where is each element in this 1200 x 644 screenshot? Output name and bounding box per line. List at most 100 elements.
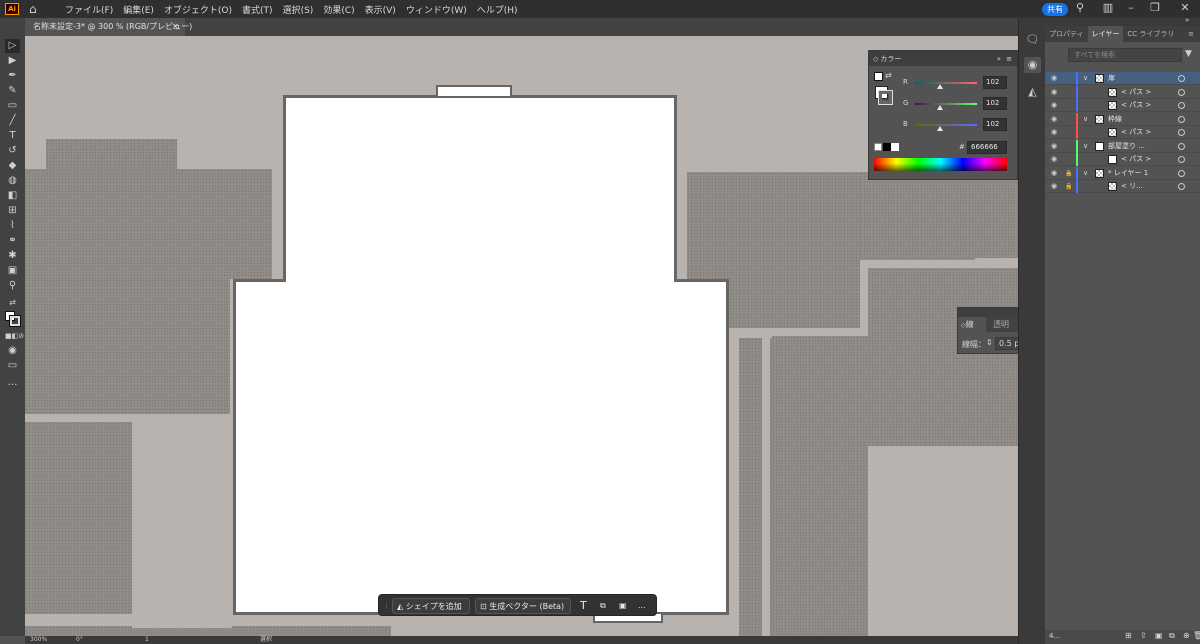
target-circle-icon[interactable]: [1178, 102, 1185, 109]
curvature-tool-icon[interactable]: ✎: [5, 84, 20, 98]
target-circle-icon[interactable]: [1178, 129, 1185, 136]
stroke-swatch[interactable]: [9, 315, 21, 327]
search-icon[interactable]: ⚲: [1073, 1, 1087, 15]
home-icon[interactable]: ⌂: [29, 3, 41, 15]
layer-row[interactable]: ◉ < パス >: [1045, 153, 1200, 166]
rotate-tool-icon[interactable]: ↺: [5, 144, 20, 158]
visibility-eye-icon[interactable]: ◉: [1051, 155, 1060, 164]
visibility-eye-icon[interactable]: ◉: [1051, 182, 1060, 191]
hex-value-field[interactable]: 666666: [967, 141, 1007, 154]
panel-expand-icon[interactable]: »: [997, 55, 1001, 63]
direct-selection-tool-icon[interactable]: ▶: [5, 54, 20, 68]
artboard-number-field[interactable]: 1: [145, 636, 149, 644]
color-panel-icon[interactable]: ◉: [1024, 57, 1041, 73]
target-circle-icon[interactable]: [1178, 169, 1185, 177]
menu-view[interactable]: 表示(V): [365, 3, 396, 16]
drawing-mode-icon[interactable]: ◉: [5, 344, 20, 358]
selection-tool-icon[interactable]: ▷: [5, 39, 20, 53]
white-swatch[interactable]: [891, 143, 899, 151]
layer-row[interactable]: ◉ < パス >: [1045, 126, 1200, 139]
new-layer-icon[interactable]: ⊕: [1183, 631, 1190, 640]
target-circle-icon[interactable]: [1178, 115, 1185, 123]
target-circle-icon[interactable]: [1178, 142, 1185, 150]
close-icon[interactable]: ✕: [1178, 1, 1192, 15]
panel-collapse-icon[interactable]: »: [1185, 16, 1189, 24]
green-slider-track[interactable]: [915, 103, 977, 105]
visibility-eye-icon[interactable]: ◉: [1051, 88, 1060, 97]
more-options-icon[interactable]: ...: [638, 598, 646, 614]
red-slider-track[interactable]: [915, 82, 977, 84]
lock-icon[interactable]: 🔒: [1065, 169, 1074, 178]
zoom-tool-icon[interactable]: ⚲: [5, 279, 20, 293]
document-tab[interactable]: 名称未設定-3* @ 300 % (RGB/プレビュー) ×: [25, 18, 192, 36]
paintbrush-tool-icon[interactable]: ╱: [5, 114, 20, 128]
blue-value-field[interactable]: 102: [983, 118, 1007, 131]
share-button[interactable]: 共有: [1042, 3, 1068, 16]
menu-help[interactable]: ヘルプ(H): [477, 3, 518, 16]
blend-tool-icon[interactable]: ⚭: [5, 234, 20, 248]
blue-slider-track[interactable]: [915, 124, 977, 126]
blue-slider-thumb[interactable]: [937, 126, 943, 131]
rotation-field[interactable]: 0°: [76, 636, 83, 644]
stepper-icon[interactable]: ⇕: [986, 338, 993, 347]
artboard-icon[interactable]: ⧉: [600, 598, 606, 614]
more-tools-icon[interactable]: …: [5, 376, 20, 390]
menu-object[interactable]: オブジェクト(O): [164, 3, 232, 16]
rectangle-tool-icon[interactable]: ▭: [5, 99, 20, 113]
menu-file[interactable]: ファイル(F): [65, 3, 113, 16]
locate-object-icon[interactable]: ⊞: [1125, 631, 1132, 640]
generative-vector-button[interactable]: ⊡ 生成ベクター (Beta): [475, 598, 571, 614]
arrange-icon[interactable]: ▥: [1101, 1, 1115, 15]
new-sublayer-icon[interactable]: ⧉: [1169, 631, 1175, 641]
menu-edit[interactable]: 編集(E): [123, 3, 154, 16]
red-value-field[interactable]: 102: [983, 76, 1007, 89]
eraser-tool-icon[interactable]: ◆: [5, 159, 20, 173]
visibility-eye-icon[interactable]: ◉: [1051, 169, 1060, 178]
delete-layer-icon[interactable]: 🗑: [1193, 631, 1200, 640]
visibility-eye-icon[interactable]: ◉: [1051, 74, 1060, 83]
clipping-mask-icon[interactable]: ▣: [1155, 631, 1163, 640]
tab-transparency[interactable]: 透明: [993, 317, 1009, 332]
comments-icon[interactable]: 🗨: [1024, 32, 1041, 48]
red-slider-thumb[interactable]: [937, 84, 943, 89]
tab-layers[interactable]: レイヤー: [1087, 26, 1124, 42]
screen-mode-icon[interactable]: ▭: [5, 359, 20, 373]
type-icon[interactable]: T: [580, 598, 587, 614]
menu-type[interactable]: 書式(T): [242, 3, 273, 16]
type-tool-icon[interactable]: T: [5, 129, 20, 143]
black-swatch[interactable]: [883, 143, 891, 151]
layer-row[interactable]: ◉ 🔒 < リ...: [1045, 180, 1200, 193]
layer-row[interactable]: ◉ ∨ 枠線: [1045, 112, 1200, 126]
visibility-eye-icon[interactable]: ◉: [1051, 101, 1060, 110]
gradient-tool-icon[interactable]: ◧: [5, 189, 20, 203]
layer-row[interactable]: ◉ < パス >: [1045, 85, 1200, 99]
color-spectrum[interactable]: [874, 158, 1007, 171]
filter-icon[interactable]: ▼: [1185, 49, 1192, 59]
expand-arrow-icon[interactable]: ∨: [1083, 167, 1088, 180]
expand-arrow-icon[interactable]: ∨: [1083, 140, 1088, 153]
layer-row[interactable]: ◉ ∨ 扉: [1045, 72, 1200, 85]
default-colors-icon[interactable]: ⇄: [5, 296, 20, 310]
add-shape-button[interactable]: ◭ シェイプを追加: [392, 598, 470, 614]
mesh-tool-icon[interactable]: ⊞: [5, 204, 20, 218]
green-value-field[interactable]: 102: [983, 97, 1007, 110]
minimize-icon[interactable]: –: [1124, 1, 1138, 15]
menu-effect[interactable]: 効果(C): [323, 3, 354, 16]
visibility-eye-icon[interactable]: ◉: [1051, 115, 1060, 124]
layer-search-input[interactable]: すべてを検索: [1068, 48, 1182, 62]
target-circle-icon[interactable]: [1178, 183, 1185, 190]
symbol-sprayer-tool-icon[interactable]: ✱: [5, 249, 20, 263]
tab-close-icon[interactable]: ×: [171, 18, 179, 36]
visibility-eye-icon[interactable]: ◉: [1051, 128, 1060, 137]
recolor-icon[interactable]: ▣: [619, 598, 627, 614]
none-swatch-icon[interactable]: [874, 143, 882, 151]
target-circle-icon[interactable]: [1178, 88, 1185, 96]
expand-arrow-icon[interactable]: ∨: [1083, 113, 1088, 126]
target-circle-icon[interactable]: [1178, 75, 1185, 82]
eyedropper-tool-icon[interactable]: ⌇: [5, 219, 20, 233]
color-mode-icon[interactable]: ■◧⊘: [5, 329, 24, 343]
panel-menu-icon[interactable]: ≡: [1184, 26, 1198, 42]
lock-icon[interactable]: 🔒: [1065, 182, 1074, 191]
menu-select[interactable]: 選択(S): [283, 3, 314, 16]
panel-menu-icon[interactable]: ≡: [1006, 55, 1012, 63]
